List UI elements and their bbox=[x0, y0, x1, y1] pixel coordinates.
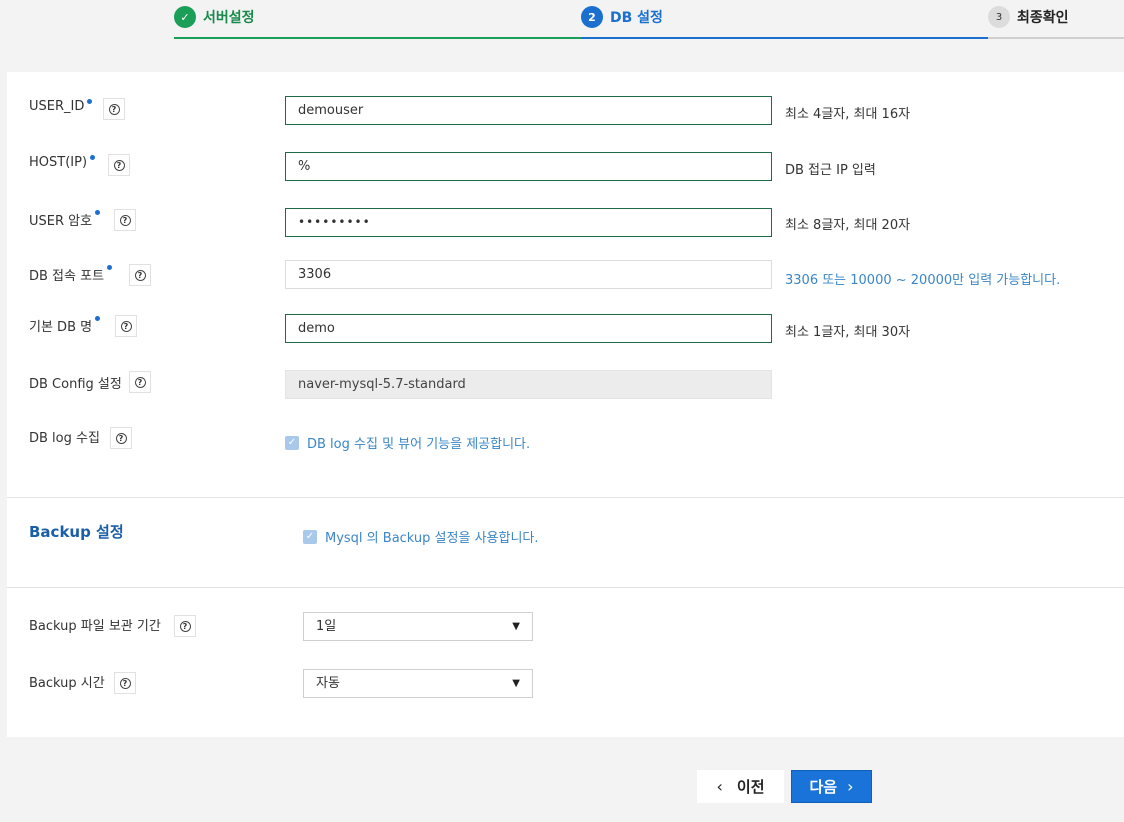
label-text: USER_ID bbox=[29, 99, 85, 114]
required-dot bbox=[90, 155, 96, 160]
user-id-input[interactable]: demouser bbox=[285, 96, 772, 125]
section-divider bbox=[7, 587, 1124, 588]
help-icon[interactable]: ? bbox=[114, 209, 136, 231]
chevron-right-icon: › bbox=[847, 777, 854, 796]
question-icon: ? bbox=[134, 376, 146, 388]
host-input[interactable]: % bbox=[285, 152, 772, 181]
help-icon[interactable]: ? bbox=[115, 315, 137, 337]
backup-section-title: Backup 설정 bbox=[29, 523, 124, 541]
question-icon: ? bbox=[120, 320, 132, 332]
label-text: USER 암호 bbox=[29, 214, 93, 229]
step-progress-bar bbox=[581, 37, 988, 39]
dropdown-arrow-icon: ▼ bbox=[512, 678, 520, 689]
port-hint: 3306 또는 10000 ~ 20000만 입력 가능합니다. bbox=[785, 273, 1061, 288]
step-final-confirm: 3 최종확인 bbox=[988, 6, 1069, 28]
backup-time-label: Backup 시간 bbox=[29, 672, 105, 691]
required-dot bbox=[95, 316, 101, 321]
question-icon: ? bbox=[134, 269, 146, 281]
step-server-settings: ✓ 서버설정 bbox=[174, 6, 255, 28]
step-label: 서버설정 bbox=[203, 10, 255, 26]
help-icon[interactable]: ? bbox=[129, 264, 151, 286]
help-icon[interactable]: ? bbox=[108, 154, 130, 176]
backup-retention-label: Backup 파일 보관 기간 bbox=[29, 615, 161, 634]
step-number: 2 bbox=[581, 6, 603, 28]
next-button[interactable]: 다음 › bbox=[791, 770, 872, 803]
question-icon: ? bbox=[119, 214, 131, 226]
db-name-input[interactable]: demo bbox=[285, 314, 772, 343]
db-settings-panel: USER_ID ? demouser 최소 4글자, 최대 16자 HOST(I… bbox=[7, 72, 1124, 737]
backup-checkbox[interactable]: ✓ Mysql 의 Backup 설정을 사용합니다. bbox=[303, 527, 539, 546]
next-button-label: 다음 bbox=[809, 778, 838, 796]
port-input[interactable]: 3306 bbox=[285, 260, 772, 289]
db-name-hint: 최소 1글자, 최대 30자 bbox=[785, 325, 911, 340]
select-value: 자동 bbox=[316, 676, 340, 691]
help-icon[interactable]: ? bbox=[103, 98, 125, 120]
host-hint: DB 접근 IP 입력 bbox=[785, 163, 876, 178]
label-text: DB log 수집 bbox=[29, 431, 100, 446]
step-progress-bar bbox=[174, 37, 581, 39]
label-text: DB 접속 포트 bbox=[29, 269, 105, 284]
label-text: HOST(IP) bbox=[29, 155, 88, 170]
select-value: 1일 bbox=[316, 619, 337, 634]
required-dot bbox=[95, 210, 101, 215]
backup-time-select[interactable]: 자동 ▼ bbox=[303, 669, 533, 698]
checkbox-check-icon: ✓ bbox=[303, 529, 317, 544]
password-input[interactable]: ••••••••• bbox=[285, 208, 772, 237]
required-dot bbox=[87, 99, 93, 104]
chevron-left-icon: ‹ bbox=[716, 777, 723, 796]
db-name-label: 기본 DB 명 bbox=[29, 316, 101, 335]
user-id-hint: 최소 4글자, 최대 16자 bbox=[785, 107, 911, 122]
password-hint: 최소 8글자, 최대 20자 bbox=[785, 218, 911, 233]
step-progress-bar bbox=[988, 37, 1124, 39]
checkbox-check-icon: ✓ bbox=[285, 435, 299, 450]
question-icon: ? bbox=[108, 103, 120, 115]
checkbox-label: Mysql 의 Backup 설정을 사용합니다. bbox=[325, 531, 539, 546]
label-text: DB Config 설정 bbox=[29, 377, 122, 392]
step-label: DB 설정 bbox=[610, 10, 663, 26]
label-text: Backup 시간 bbox=[29, 676, 105, 691]
label-text: Backup 파일 보관 기간 bbox=[29, 619, 161, 634]
question-icon: ? bbox=[179, 620, 191, 632]
prev-button-label: 이전 bbox=[736, 778, 765, 796]
help-icon[interactable]: ? bbox=[110, 427, 132, 449]
required-dot bbox=[107, 265, 113, 270]
db-config-field: naver-mysql-5.7-standard bbox=[285, 370, 772, 399]
label-text: 기본 DB 명 bbox=[29, 320, 93, 335]
section-divider bbox=[7, 497, 1124, 498]
checkbox-label: DB log 수집 및 뷰어 기능을 제공합니다. bbox=[307, 437, 531, 452]
check-icon: ✓ bbox=[174, 6, 196, 28]
db-config-label: DB Config 설정 bbox=[29, 373, 122, 392]
question-icon: ? bbox=[115, 432, 127, 444]
db-log-label: DB log 수집 bbox=[29, 427, 100, 446]
backup-retention-select[interactable]: 1일 ▼ bbox=[303, 612, 533, 641]
password-label: USER 암호 bbox=[29, 210, 101, 229]
wizard-stepper: ✓ 서버설정 2 DB 설정 3 최종확인 bbox=[0, 0, 1124, 40]
host-label: HOST(IP) bbox=[29, 155, 96, 170]
help-icon[interactable]: ? bbox=[114, 672, 136, 694]
dropdown-arrow-icon: ▼ bbox=[512, 621, 520, 632]
step-db-settings: 2 DB 설정 bbox=[581, 6, 663, 28]
help-icon[interactable]: ? bbox=[129, 371, 151, 393]
prev-button[interactable]: ‹ 이전 bbox=[697, 770, 784, 803]
step-label: 최종확인 bbox=[1017, 10, 1069, 26]
help-icon[interactable]: ? bbox=[174, 615, 196, 637]
question-icon: ? bbox=[119, 677, 131, 689]
question-icon: ? bbox=[113, 159, 125, 171]
step-number: 3 bbox=[988, 6, 1010, 28]
db-log-checkbox[interactable]: ✓ DB log 수집 및 뷰어 기능을 제공합니다. bbox=[285, 433, 530, 452]
port-label: DB 접속 포트 bbox=[29, 265, 113, 284]
user-id-label: USER_ID bbox=[29, 99, 93, 114]
